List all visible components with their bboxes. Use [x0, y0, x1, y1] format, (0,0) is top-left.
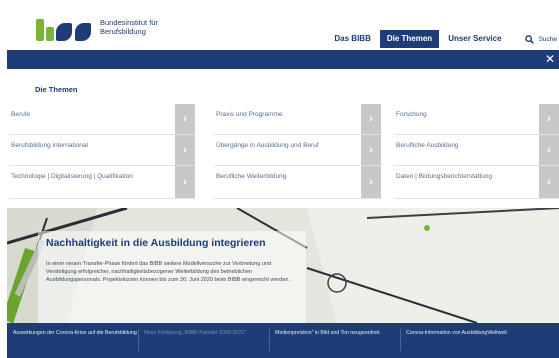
hero-text-box: Nachhaltigkeit in die Ausbildung integri… [38, 231, 306, 323]
menu-item-berufliche-ausbildung[interactable]: Berufliche Ausbildung › [394, 135, 559, 166]
search-button[interactable]: Suche [511, 30, 559, 48]
chevron-right-icon: › [539, 135, 559, 165]
menu-bar: ✕ [7, 50, 559, 69]
hero-description: In einer neuen Transfer-Phase fördert da… [46, 261, 290, 283]
logo-name-line2: Berufsbildung [100, 27, 146, 36]
menu-column-2: Praxis und Programme › Übergänge in Ausb… [214, 104, 381, 199]
menu-item-uebergaenge[interactable]: Übergänge in Ausbildung und Beruf › [214, 135, 381, 166]
menu-item-berufliche-weiterbildung[interactable]: Berufliche Weiterbildung › [214, 166, 381, 199]
chevron-right-icon: › [361, 135, 381, 165]
menu-column-3: Forschung › Berufliche Ausbildung › Date… [394, 104, 559, 199]
menu-item-daten[interactable]: Daten | Bildungsberichterstattung › [394, 166, 559, 199]
menu-item-label: Praxis und Programme [216, 111, 283, 118]
menu-item-label: Berufe [11, 111, 31, 118]
logo-name-line1: Bundesinstitut für [100, 18, 158, 27]
nav-das-bibb[interactable]: Das BIBB [325, 30, 379, 48]
teaser-link[interactable]: Auswirkungen der Corona-Krise auf die Be… [7, 323, 138, 358]
teaser-link[interactable]: Corona-Information von AusbildungWeltwei… [400, 323, 531, 358]
hero-teaser[interactable]: Nachhaltigkeit in die Ausbildung integri… [7, 208, 559, 323]
themes-mega-menu: Die Themen Berufe › Berufsbildung intern… [7, 69, 559, 208]
menu-item-berufsbildung-international[interactable]: Berufsbildung international › [9, 135, 195, 166]
menu-item-label: Forschung [396, 111, 427, 118]
menu-item-technologie[interactable]: Technologie | Digitalisierung | Qualifik… [9, 166, 195, 199]
bibb-logo-mark [36, 13, 94, 41]
nav-die-themen[interactable]: Die Themen [379, 30, 440, 48]
menu-item-label: Berufliche Weiterbildung [216, 173, 287, 180]
chevron-right-icon: › [175, 166, 195, 198]
site-header: Bundesinstitut für Berufsbildung Das BIB… [0, 0, 559, 55]
menu-item-label: Daten | Bildungsberichterstattung [396, 173, 492, 180]
menu-item-forschung[interactable]: Forschung › [394, 104, 559, 135]
menu-item-label: Technologie | Digitalisierung | Qualifik… [11, 173, 133, 180]
chevron-right-icon: › [175, 104, 195, 134]
search-icon [524, 34, 534, 44]
menu-item-label: Berufliche Ausbildung [396, 142, 459, 149]
chevron-right-icon: › [361, 166, 381, 198]
chevron-right-icon: › [361, 104, 381, 134]
menu-title: Die Themen [35, 85, 78, 94]
menu-column-1: Berufe › Berufsbildung international › T… [9, 104, 195, 199]
menu-item-label: Übergänge in Ausbildung und Beruf [216, 142, 319, 149]
hero-title[interactable]: Nachhaltigkeit in die Ausbildung integri… [46, 237, 266, 249]
teaser-link[interactable]: Neue Förderung „BIBB-Transfer 2020-2022" [138, 323, 269, 358]
teaser-bar: Auswirkungen der Corona-Krise auf die Be… [7, 323, 559, 358]
nav-unser-service[interactable]: Unser Service [439, 30, 510, 48]
search-label: Suche [538, 35, 557, 43]
teaser-link[interactable]: Medienpreisbox" in Bild und Ton neugeord… [269, 323, 400, 358]
menu-item-praxis-und-programme[interactable]: Praxis und Programme › [214, 104, 381, 135]
bibb-logo[interactable]: Bundesinstitut für Berufsbildung [36, 13, 158, 41]
menu-item-label: Berufsbildung international [11, 142, 88, 149]
chevron-right-icon: › [539, 104, 559, 134]
main-nav: Das BIBB Die Themen Unser Service Suche [325, 30, 559, 48]
chevron-right-icon: › [175, 135, 195, 165]
logo-wordmark: Bundesinstitut für Berufsbildung [100, 18, 158, 36]
chevron-right-icon: › [539, 166, 559, 198]
close-icon[interactable]: ✕ [545, 52, 555, 66]
menu-item-berufe[interactable]: Berufe › [9, 104, 195, 135]
